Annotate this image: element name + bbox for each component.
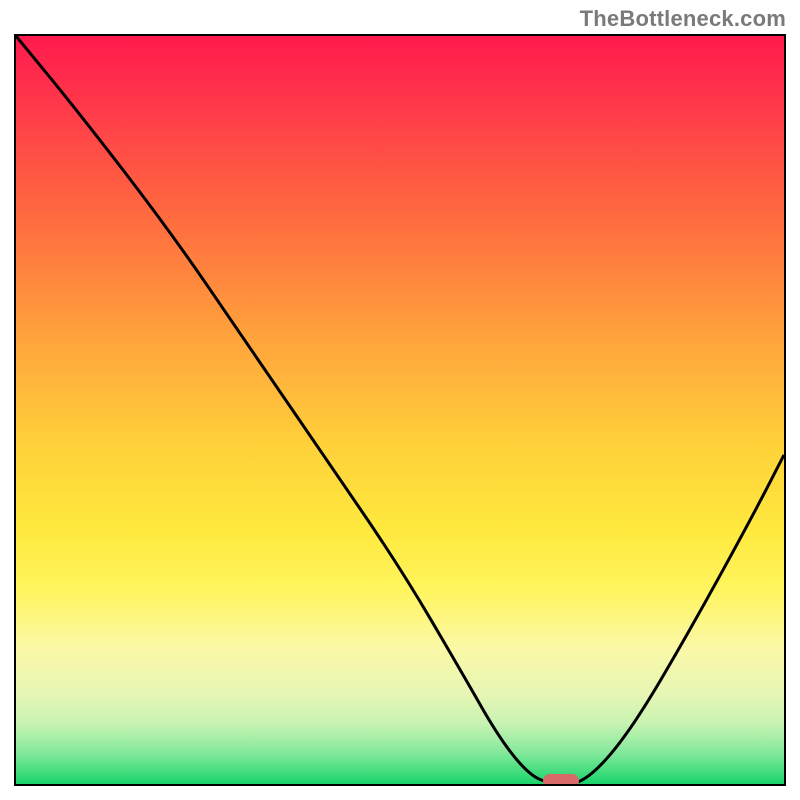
chart-curve	[16, 36, 784, 784]
chart-frame	[14, 34, 786, 786]
watermark-text: TheBottleneck.com	[580, 6, 786, 32]
chart-optimum-marker	[543, 774, 579, 786]
